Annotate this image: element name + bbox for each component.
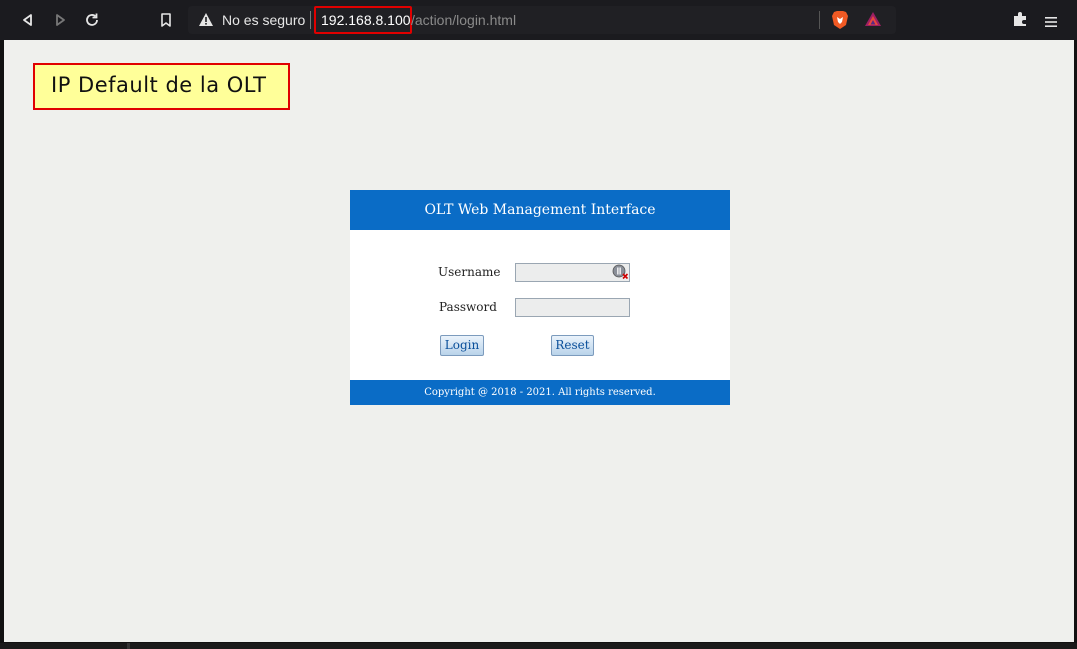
url-separator — [310, 11, 311, 29]
reload-icon[interactable] — [80, 8, 104, 32]
page-viewport: IP Default de la OLT OLT Web Management … — [4, 40, 1074, 642]
hamburger-menu-icon[interactable] — [1045, 13, 1057, 32]
bookmark-icon[interactable] — [154, 8, 178, 32]
window-bottom-edge — [0, 643, 1077, 649]
url-path[interactable]: /action/login.html — [411, 11, 516, 29]
reset-button[interactable]: Reset — [551, 335, 594, 356]
security-label[interactable]: No es seguro — [222, 11, 305, 29]
brave-lion-icon[interactable] — [831, 10, 849, 34]
login-panel: OLT Web Management Interface Username Pa… — [350, 190, 730, 405]
password-manager-icon[interactable] — [612, 264, 629, 284]
password-label: Password — [439, 300, 497, 314]
browser-toolbar: No es seguro 192.168.8.100 /action/login… — [0, 0, 1077, 40]
window-bottom-tick — [127, 643, 130, 649]
extension-separator — [819, 11, 820, 29]
username-label: Username — [438, 265, 501, 279]
ip-annotation-callout: IP Default de la OLT — [33, 63, 290, 110]
puzzle-piece-icon[interactable] — [1012, 11, 1028, 31]
copyright-footer: Copyright @ 2018 - 2021. All rights rese… — [350, 380, 730, 405]
login-button[interactable]: Login — [440, 335, 484, 356]
forward-arrow-icon[interactable] — [48, 8, 72, 32]
back-arrow-icon[interactable] — [16, 8, 40, 32]
brave-rewards-icon[interactable] — [864, 11, 882, 31]
warning-icon[interactable] — [198, 12, 214, 31]
url-host[interactable]: 192.168.8.100 — [314, 6, 412, 34]
login-title: OLT Web Management Interface — [350, 190, 730, 230]
password-input[interactable] — [515, 298, 630, 317]
